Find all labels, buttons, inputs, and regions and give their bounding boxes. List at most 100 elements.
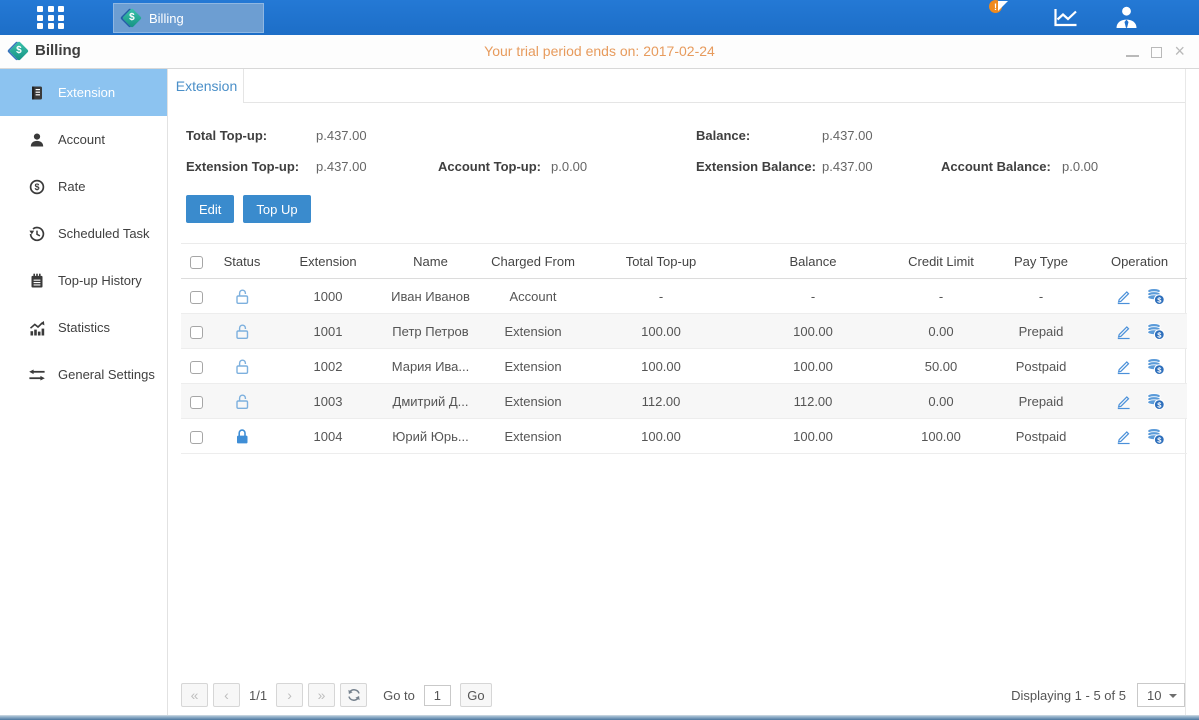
statistics-chart-icon[interactable] (1052, 7, 1079, 31)
row-checkbox[interactable] (190, 431, 203, 444)
goto-label: Go to (383, 688, 415, 703)
cell-balance: - (734, 279, 892, 314)
main-content: Extension Total Top-up: p.437.00 Balance… (169, 69, 1186, 715)
status-unlocked-icon[interactable] (234, 323, 250, 340)
topup-row-icon[interactable]: $ (1146, 393, 1165, 410)
notification-badge: ! (989, 0, 1002, 13)
trial-notice: Your trial period ends on: 2017-02-24 (0, 43, 1199, 59)
minimize-icon[interactable] (1126, 55, 1139, 57)
select-all-checkbox[interactable] (190, 256, 203, 269)
window-bottom-edge (0, 715, 1199, 720)
cell-pay-type: Postpaid (990, 419, 1092, 454)
cell-charged-from: Extension (478, 419, 588, 454)
table-header-row: Status Extension Name Charged From Total… (181, 244, 1187, 279)
cell-extension: 1001 (273, 314, 383, 349)
edit-row-icon[interactable] (1115, 428, 1132, 445)
prev-page-button[interactable]: ‹ (213, 683, 240, 707)
row-checkbox[interactable] (190, 326, 203, 339)
first-page-button[interactable]: « (181, 683, 208, 707)
row-checkbox[interactable] (190, 361, 203, 374)
extension-topup-label: Extension Top-up: (186, 159, 316, 174)
cell-credit-limit: 100.00 (892, 419, 990, 454)
refresh-icon (347, 688, 361, 702)
topup-row-icon[interactable]: $ (1146, 323, 1165, 340)
cell-total-topup: 100.00 (588, 314, 734, 349)
refresh-button[interactable] (340, 683, 367, 707)
edit-row-icon[interactable] (1115, 358, 1132, 375)
balance-label: Balance: (696, 128, 822, 143)
cell-name: Иван Иванов (383, 279, 478, 314)
topup-row-icon[interactable]: $ (1146, 358, 1165, 375)
cell-pay-type: - (990, 279, 1092, 314)
status-unlocked-icon[interactable] (234, 358, 250, 375)
col-status: Status (211, 244, 273, 279)
sidebar-item-general-settings[interactable]: General Settings (0, 351, 167, 398)
sidebar-item-topup-history[interactable]: Top-up History (0, 257, 167, 304)
cell-total-topup: - (588, 279, 734, 314)
cell-charged-from: Extension (478, 349, 588, 384)
next-page-button[interactable]: › (276, 683, 303, 707)
cell-extension: 1004 (273, 419, 383, 454)
cell-total-topup: 112.00 (588, 384, 734, 419)
sidebar-item-label: Statistics (58, 320, 110, 335)
tab-extension[interactable]: Extension (170, 69, 244, 103)
status-unlocked-icon[interactable] (234, 393, 250, 410)
account-topup-value: p.0.00 (551, 159, 696, 174)
col-credit-limit: Credit Limit (892, 244, 990, 279)
extension-table: Status Extension Name Charged From Total… (181, 243, 1185, 454)
row-checkbox[interactable] (190, 396, 203, 409)
cell-name: Юрий Юрь... (383, 419, 478, 454)
taskbar-tab-billing[interactable]: $ Billing (113, 3, 264, 33)
topup-row-icon[interactable]: $ (1146, 428, 1165, 445)
status-unlocked-icon[interactable] (234, 288, 250, 305)
cell-credit-limit: - (892, 279, 990, 314)
col-pay-type: Pay Type (990, 244, 1092, 279)
goto-page-input[interactable] (424, 685, 451, 706)
last-page-button[interactable]: » (308, 683, 335, 707)
row-checkbox[interactable] (190, 291, 203, 304)
edit-button[interactable]: Edit (186, 195, 234, 223)
account-balance-label: Account Balance: (941, 159, 1062, 174)
sidebar-item-label: General Settings (58, 367, 155, 382)
edit-row-icon[interactable] (1115, 323, 1132, 340)
topup-row-icon[interactable]: $ (1146, 288, 1165, 305)
close-icon[interactable]: × (1174, 42, 1185, 60)
page-size-value: 10 (1147, 688, 1161, 703)
status-locked-icon[interactable] (234, 428, 250, 445)
sidebar-item-label: Extension (58, 85, 115, 100)
cell-name: Дмитрий Д... (383, 384, 478, 419)
edit-row-icon[interactable] (1115, 288, 1132, 305)
cell-credit-limit: 0.00 (892, 384, 990, 419)
apps-grid-icon[interactable] (37, 6, 69, 29)
sidebar-item-rate[interactable]: $ Rate (0, 163, 167, 210)
billing-diamond-icon: $ (122, 8, 142, 28)
cell-charged-from: Extension (478, 314, 588, 349)
billing-app-window: { "topbar": { "tab_label": "Billing", "m… (0, 0, 1199, 720)
extension-balance-value: p.437.00 (822, 159, 941, 174)
cell-pay-type: Prepaid (990, 314, 1092, 349)
summary-panel: Total Top-up: p.437.00 Balance: p.437.00… (169, 110, 1185, 182)
table-row: 1003 Дмитрий Д... Extension 112.00 112.0… (181, 384, 1187, 419)
sidebar-item-extension[interactable]: Extension (0, 69, 167, 116)
sidebar-item-statistics[interactable]: Statistics (0, 304, 167, 351)
cell-charged-from: Extension (478, 384, 588, 419)
sidebar: Extension Account $ Rate Scheduled Task … (0, 69, 168, 715)
top-bar: $ Billing ! (0, 0, 1199, 35)
top-up-button[interactable]: Top Up (243, 195, 310, 223)
go-button[interactable]: Go (460, 683, 492, 707)
cell-total-topup: 100.00 (588, 349, 734, 384)
page-indicator: 1/1 (249, 688, 267, 703)
topup-history-icon (29, 273, 45, 289)
user-icon[interactable] (1114, 5, 1139, 32)
cell-extension: 1003 (273, 384, 383, 419)
sidebar-item-scheduled-task[interactable]: Scheduled Task (0, 210, 167, 257)
total-topup-label: Total Top-up: (186, 128, 316, 143)
cell-charged-from: Account (478, 279, 588, 314)
table-row: 1002 Мария Ива... Extension 100.00 100.0… (181, 349, 1187, 384)
maximize-icon[interactable] (1151, 47, 1162, 58)
sidebar-item-account[interactable]: Account (0, 116, 167, 163)
edit-row-icon[interactable] (1115, 393, 1132, 410)
displaying-info: Displaying 1 - 5 of 5 (1011, 688, 1126, 703)
general-settings-icon (29, 367, 45, 383)
page-size-select[interactable]: 10 (1137, 683, 1185, 707)
